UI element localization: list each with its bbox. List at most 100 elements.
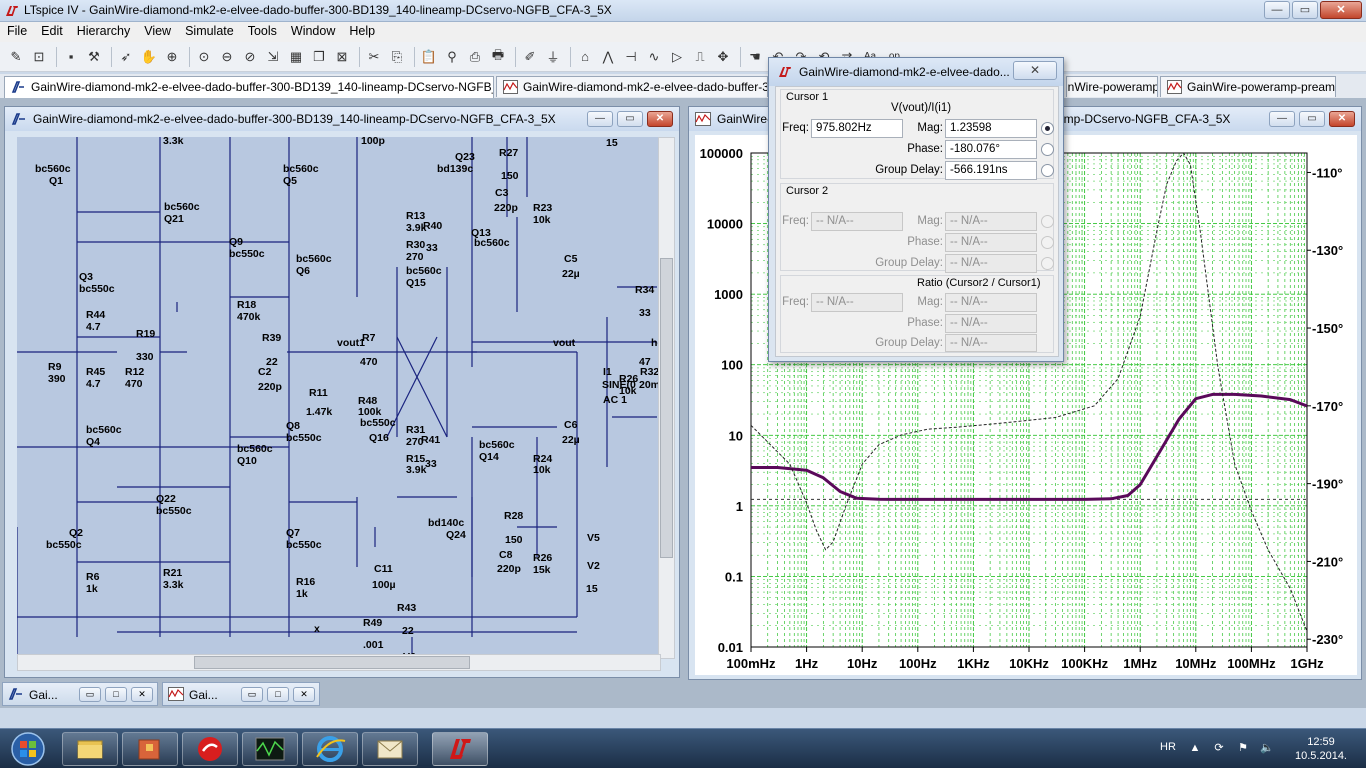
component-label[interactable]: .001 xyxy=(363,639,384,651)
restore-button[interactable]: ▭ xyxy=(241,687,263,702)
taskbar-antivirus-button[interactable] xyxy=(182,732,238,766)
component-label[interactable]: Q10 xyxy=(237,455,257,467)
component-label[interactable]: 15 xyxy=(606,137,618,149)
menu-window[interactable]: Window xyxy=(284,22,342,42)
taskbar-mail-button[interactable] xyxy=(362,732,418,766)
menu-tools[interactable]: Tools xyxy=(241,22,284,42)
close-all-icon[interactable]: ⊠ xyxy=(332,47,352,67)
cursor1-mag-field[interactable]: 1.23598 xyxy=(945,119,1037,138)
component-label[interactable]: 150 xyxy=(505,534,523,546)
component-label[interactable]: 20m xyxy=(639,379,660,391)
component-label[interactable]: 4.7 xyxy=(86,378,101,390)
component-label[interactable]: bc560c xyxy=(35,163,71,175)
label-net-icon[interactable]: ⌂ xyxy=(575,47,595,67)
wire-icon[interactable]: ✐ xyxy=(520,47,540,67)
maximize-button[interactable]: ▭ xyxy=(1292,1,1318,19)
component-label[interactable]: R11 xyxy=(309,387,328,399)
component-label[interactable]: 100µ xyxy=(372,579,396,591)
component-label[interactable]: Q22 xyxy=(156,493,176,505)
component-label[interactable]: R45 xyxy=(86,366,105,378)
component-label[interactable]: C3 xyxy=(495,187,509,199)
resistor-icon[interactable]: ⋀ xyxy=(598,47,618,67)
print-setup-icon[interactable]: ⎙ xyxy=(465,47,485,67)
save-icon[interactable]: ▪ xyxy=(61,47,81,67)
component-label[interactable]: 10k xyxy=(533,464,551,476)
component-label[interactable]: C11 xyxy=(374,563,393,575)
menu-edit[interactable]: Edit xyxy=(34,22,70,42)
component-label[interactable]: R40 xyxy=(423,220,442,232)
component-label[interactable]: C5 xyxy=(564,253,578,265)
component-label[interactable]: R16 xyxy=(296,576,315,588)
component-label[interactable]: 4.7 xyxy=(86,321,101,333)
volume-icon[interactable]: 🔈 xyxy=(1260,741,1274,755)
component-label[interactable]: 1k xyxy=(86,583,98,595)
paste-icon[interactable]: 📋 xyxy=(419,47,439,67)
component-label[interactable]: 1k xyxy=(296,588,308,600)
run-icon[interactable]: ➶ xyxy=(116,47,136,67)
schematic-horizontal-scrollbar[interactable] xyxy=(17,654,661,671)
component-label[interactable]: 270 xyxy=(406,251,424,263)
scroll-thumb[interactable] xyxy=(660,258,673,558)
component-label[interactable]: Q21 xyxy=(164,213,184,225)
cursor1-phase-field[interactable]: -180.076° xyxy=(945,140,1037,159)
menu-simulate[interactable]: Simulate xyxy=(178,22,241,42)
component-label[interactable]: R34 xyxy=(635,284,654,296)
component-label[interactable]: bc560c xyxy=(406,265,442,277)
action-center-flag-icon[interactable]: ⚑ xyxy=(1236,741,1250,755)
zoom-fit-icon[interactable]: ⊘ xyxy=(240,47,260,67)
schematic-vertical-scrollbar[interactable] xyxy=(658,137,675,659)
component-label[interactable]: Q7 xyxy=(286,527,300,539)
tab-plot-1[interactable]: GainWire-diamond-mk2-e-elvee-dado-buffer… xyxy=(496,76,768,97)
dialog-close-button[interactable]: ✕ xyxy=(1013,61,1057,80)
taskbar-internet-explorer-button[interactable] xyxy=(302,732,358,766)
control-panel-icon[interactable]: ⚒ xyxy=(84,47,104,67)
cut-icon[interactable]: ✂ xyxy=(364,47,384,67)
cursor1-group-delay-field[interactable]: -566.191ns xyxy=(945,161,1037,180)
schematic-canvas[interactable]: 3.3k bc560c Q1 bc560c Q5 100p Q23 bd139c R27 150 C… xyxy=(17,137,661,659)
component-label[interactable]: 3.3k xyxy=(163,137,184,147)
zoom-out-icon[interactable]: ⊖ xyxy=(217,47,237,67)
minimize-button[interactable]: — xyxy=(587,111,613,127)
component-label[interactable]: 470 xyxy=(360,356,378,368)
component-label[interactable]: bc560c xyxy=(86,424,122,436)
taskbar-package-button[interactable] xyxy=(122,732,178,766)
windows-start-icon[interactable] xyxy=(4,731,52,767)
close-button[interactable]: ✕ xyxy=(293,687,315,702)
component-label[interactable]: 220p xyxy=(494,202,518,214)
zoom-pan-icon[interactable]: ⊙ xyxy=(194,47,214,67)
component-label[interactable]: vout xyxy=(553,337,576,349)
component-label[interactable]: C6 xyxy=(564,419,578,431)
component-label[interactable]: I1 xyxy=(603,366,612,378)
copy-icon[interactable]: ⎘ xyxy=(387,47,407,67)
component-label[interactable]: R28 xyxy=(504,510,523,522)
minimized-schematic-window[interactable]: Gai... ▭ □ ✕ xyxy=(2,682,158,706)
component-label[interactable]: R41 xyxy=(421,434,440,446)
taskbar-oscilloscope-button[interactable] xyxy=(242,732,298,766)
taskbar-explorer-button[interactable] xyxy=(62,732,118,766)
close-button[interactable]: ✕ xyxy=(647,111,673,127)
component-label[interactable]: R30 xyxy=(406,239,425,251)
component-label[interactable]: bc560c xyxy=(164,201,200,213)
component-label[interactable]: x xyxy=(314,623,320,635)
drag-icon[interactable]: ☚ xyxy=(745,47,765,67)
component-label[interactable]: bd139c xyxy=(437,163,473,175)
minimized-plot-window[interactable]: Gai... ▭ □ ✕ xyxy=(162,682,320,706)
tab-plot-2[interactable]: GainWire-poweramp-preamp-1 xyxy=(1066,76,1158,97)
component-icon[interactable]: ⎍ xyxy=(690,47,710,67)
component-label[interactable]: 10k xyxy=(533,214,551,226)
close-button[interactable]: ✕ xyxy=(131,687,153,702)
component-label[interactable]: 15 xyxy=(586,583,598,595)
component-label[interactable]: 15k xyxy=(533,564,551,576)
component-label[interactable]: Q23 xyxy=(455,151,475,163)
component-label[interactable]: 22 xyxy=(402,625,414,637)
language-indicator[interactable]: HR xyxy=(1160,741,1176,753)
print-icon[interactable]: 🖶 xyxy=(488,47,508,67)
component-label[interactable]: 330 xyxy=(136,351,154,363)
system-clock[interactable]: 12:59 10.5.2014. xyxy=(1290,735,1352,763)
component-label[interactable]: R26 xyxy=(533,552,552,564)
component-label[interactable]: vout1 xyxy=(337,337,365,349)
halt-icon[interactable]: ✋ xyxy=(139,47,159,67)
component-label[interactable]: bc550c xyxy=(46,539,82,551)
zoom-in-icon[interactable]: ⊕ xyxy=(162,47,182,67)
component-label[interactable]: 150 xyxy=(501,170,519,182)
